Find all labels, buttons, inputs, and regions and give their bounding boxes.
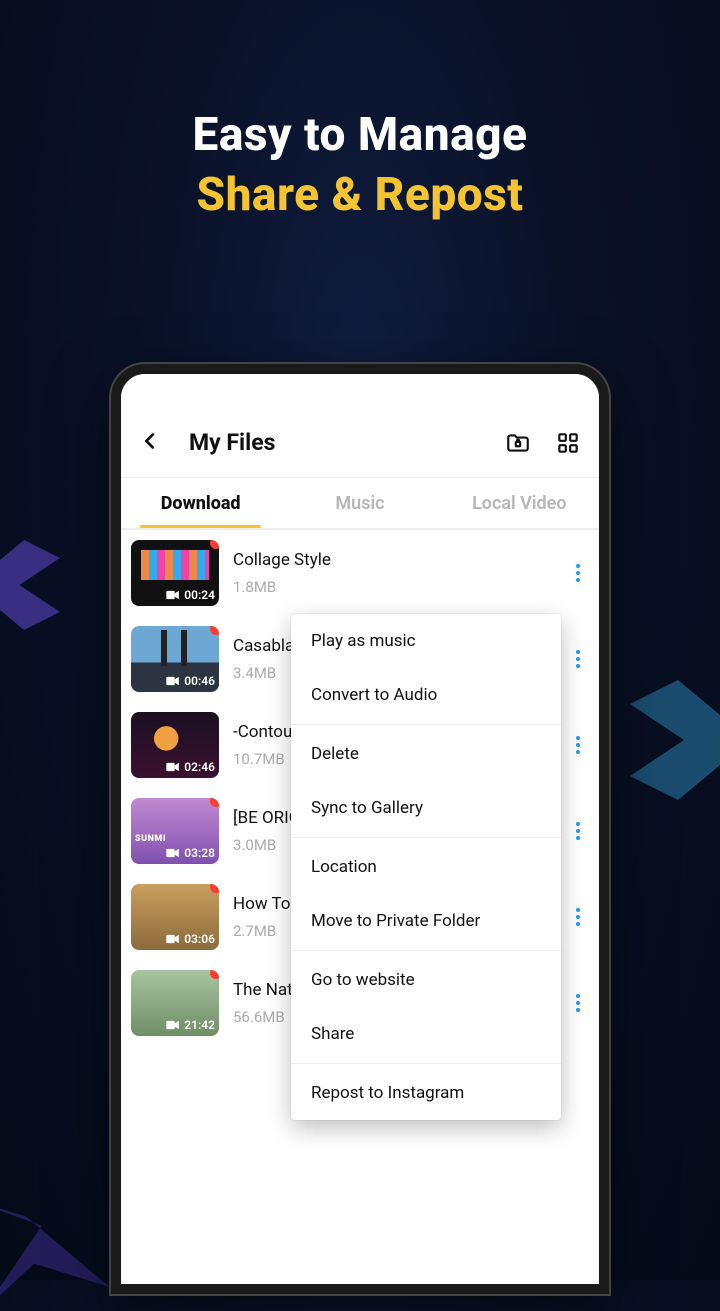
app-screen: My Files DownloadMusicLocal Video 00:24 C…: [121, 374, 599, 1284]
page-title: My Files: [189, 429, 493, 456]
more-options-icon[interactable]: [571, 994, 585, 1012]
file-thumbnail[interactable]: 21:42: [131, 970, 219, 1036]
menu-item-play-as-music[interactable]: Play as music: [291, 614, 561, 668]
duration-badge: 00:24: [135, 588, 215, 602]
file-thumbnail[interactable]: 00:46: [131, 626, 219, 692]
grid-view-icon[interactable]: [555, 430, 581, 456]
tab-bar: DownloadMusicLocal Video: [121, 478, 599, 530]
file-duration: 00:46: [184, 674, 215, 688]
new-badge-dot: [210, 540, 219, 549]
more-options-icon[interactable]: [571, 908, 585, 926]
file-thumbnail[interactable]: 02:46: [131, 712, 219, 778]
duration-badge: 03:28: [135, 846, 215, 860]
new-badge-dot: [210, 970, 219, 979]
duration-badge: 03:06: [135, 932, 215, 946]
duration-badge: 00:46: [135, 674, 215, 688]
more-options-icon[interactable]: [571, 822, 585, 840]
more-options-icon[interactable]: [571, 736, 585, 754]
file-row[interactable]: 00:24 Collage Style 1.8MB: [121, 530, 599, 616]
menu-item-convert-to-audio[interactable]: Convert to Audio: [291, 668, 561, 722]
file-duration: 03:28: [184, 846, 215, 860]
file-duration: 21:42: [184, 1018, 215, 1032]
menu-item-move-to-private-folder[interactable]: Move to Private Folder: [291, 894, 561, 948]
menu-separator: [291, 724, 561, 725]
file-title: Collage Style: [233, 550, 557, 570]
new-badge-dot: [210, 798, 219, 807]
file-size: 1.8MB: [233, 578, 557, 596]
bg-decor-arrow: [0, 1169, 109, 1311]
app-bar: My Files: [121, 408, 599, 478]
menu-item-go-to-website[interactable]: Go to website: [291, 953, 561, 1007]
duration-badge: 21:42: [135, 1018, 215, 1032]
menu-separator: [291, 1063, 561, 1064]
menu-item-repost-to-instagram[interactable]: Repost to Instagram: [291, 1066, 561, 1120]
hero-line-1: Easy to Manage: [0, 108, 720, 162]
file-duration: 03:06: [184, 932, 215, 946]
context-menu: Play as musicConvert to AudioDeleteSync …: [291, 614, 561, 1120]
bg-decor-arrow: [0, 540, 60, 630]
new-badge-dot: [210, 626, 219, 635]
more-options-icon[interactable]: [571, 564, 585, 582]
file-meta: Collage Style 1.8MB: [233, 550, 557, 596]
file-thumbnail[interactable]: 00:24: [131, 540, 219, 606]
menu-separator: [291, 837, 561, 838]
tab-download[interactable]: Download: [121, 481, 280, 526]
file-duration: 00:24: [184, 588, 215, 602]
file-duration: 02:46: [184, 760, 215, 774]
menu-item-sync-to-gallery[interactable]: Sync to Gallery: [291, 781, 561, 835]
tab-music[interactable]: Music: [280, 481, 439, 526]
back-icon[interactable]: [139, 430, 161, 456]
more-options-icon[interactable]: [571, 650, 585, 668]
menu-separator: [291, 950, 561, 951]
menu-item-delete[interactable]: Delete: [291, 727, 561, 781]
bg-decor-arrow: [630, 680, 720, 800]
new-badge-dot: [210, 884, 219, 893]
menu-item-share[interactable]: Share: [291, 1007, 561, 1061]
hero-heading: Easy to Manage Share & Repost: [0, 0, 720, 222]
file-thumbnail[interactable]: 03:28: [131, 798, 219, 864]
tab-local-video[interactable]: Local Video: [440, 481, 599, 526]
private-folder-icon[interactable]: [505, 430, 531, 456]
hero-line-2: Share & Repost: [0, 168, 720, 222]
duration-badge: 02:46: [135, 760, 215, 774]
menu-item-location[interactable]: Location: [291, 840, 561, 894]
file-thumbnail[interactable]: 03:06: [131, 884, 219, 950]
phone-device-frame: My Files DownloadMusicLocal Video 00:24 C…: [111, 364, 609, 1294]
